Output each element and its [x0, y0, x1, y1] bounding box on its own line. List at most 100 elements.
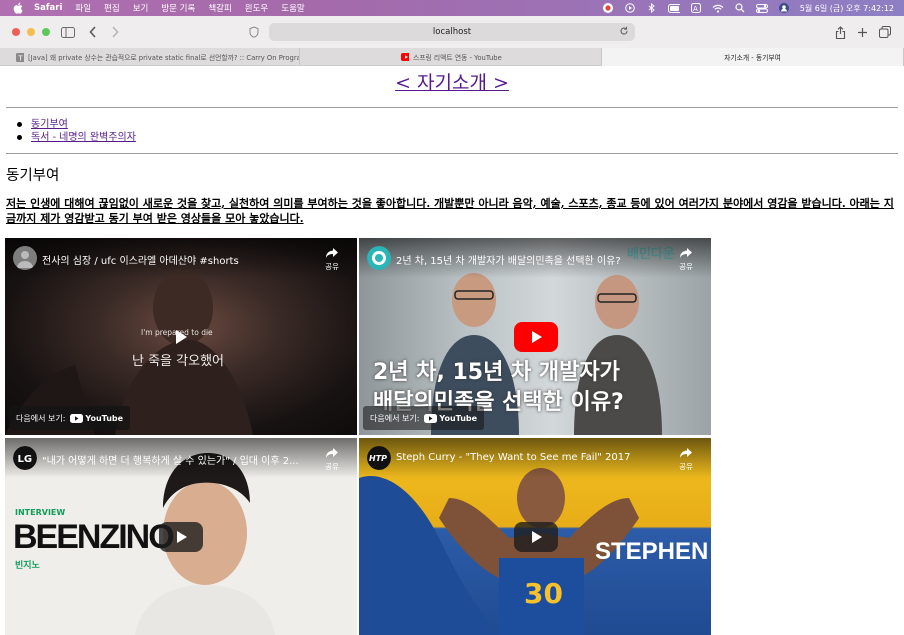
toc-item: 독서 - 네명의 완벽주의자 [17, 131, 136, 144]
toc-item: 동기부여 [17, 118, 136, 131]
play-circle-icon[interactable] [624, 3, 636, 13]
play-button[interactable] [159, 522, 203, 552]
video-title[interactable]: 2년 차, 15년 차 개발자가 배달의민족을 선택한 이유? [396, 252, 658, 267]
menu-history[interactable]: 방문 기록 [161, 2, 195, 14]
youtube-logo-icon: YouTube [70, 413, 123, 423]
svg-text:30: 30 [524, 577, 563, 610]
video-embed-curry[interactable]: 30 HTP Steph Curry - "They Want to See m… [359, 438, 711, 635]
bluetooth-icon[interactable] [646, 3, 658, 13]
menu-bookmarks[interactable]: 책갈피 [208, 2, 231, 14]
share-arrow-icon [680, 248, 692, 258]
toc-link-reading[interactable]: 독서 - 네명의 완벽주의자 [31, 132, 136, 143]
svg-text:A: A [693, 5, 698, 13]
channel-avatar[interactable]: HTP [367, 446, 391, 470]
play-button[interactable] [159, 322, 203, 352]
intro-paragraph: 저는 인생에 대해여 끊임없이 새로운 것을 찾고, 실천하여 의미를 부여하는… [6, 197, 894, 225]
user-avatar-icon[interactable] [778, 3, 790, 13]
section-heading: 동기부여 [6, 168, 60, 184]
tab-label: 스프링 리액트 연동 - YouTube [413, 54, 502, 62]
channel-avatar[interactable] [13, 246, 37, 270]
svg-text:LG: LG [18, 454, 33, 465]
youtube-favicon-icon [401, 53, 409, 61]
video-title[interactable]: Steph Curry - "They Want to See me Fail"… [396, 452, 658, 463]
page-title[interactable]: < 자기소개 > [0, 68, 904, 95]
share-button[interactable]: 공유 [675, 447, 697, 472]
menu-bar: Safari 파일 편집 보기 방문 기록 책갈피 윈도우 도움말 A 5월 6… [0, 0, 904, 16]
thumbnail-headline-1: 2년 차, 15년 차 개발자가 [373, 360, 620, 385]
interview-label: INTERVIEW [15, 508, 66, 517]
battery-icon[interactable] [667, 3, 680, 13]
watch-on-label: 다음에서 보기: [370, 413, 420, 423]
svg-text:T: T [17, 54, 23, 62]
video-embed-baemin[interactable]: 배민다운 2년 차, 15년 차 개발자가 배달의민족을 선택한 이유? 공유 … [359, 238, 711, 435]
watch-on-youtube-button[interactable]: 다음에서 보기: YouTube [363, 406, 485, 430]
video-embed-adesanya[interactable]: 전사의 심장 / ufc 이스라엘 아데산야 #shorts 공유 I'm pr… [5, 238, 357, 435]
url-text[interactable]: localhost [433, 27, 471, 37]
close-window-button[interactable] [12, 28, 20, 36]
share-icon[interactable] [832, 24, 848, 40]
share-arrow-icon [680, 448, 692, 458]
forward-button[interactable] [107, 24, 123, 40]
channel-avatar[interactable] [367, 246, 391, 270]
tab-overview-icon[interactable] [877, 24, 893, 40]
t-favicon-icon: T [16, 52, 24, 62]
table-of-contents: 동기부여 독서 - 네명의 완벽주의자 [17, 118, 136, 144]
window-controls [12, 28, 50, 36]
share-arrow-icon [326, 448, 338, 458]
share-label: 공유 [679, 262, 693, 271]
interviewee-name: BEENZINO [13, 518, 175, 556]
video-embed-beenzino[interactable]: LG "내가 어떻게 하면 더 행복하게 살 수 있는가" / 입대 이후 2.… [5, 438, 357, 635]
share-button[interactable]: 공유 [321, 247, 343, 272]
sidebar-toggle-icon[interactable] [60, 24, 76, 40]
share-label: 공유 [325, 462, 339, 471]
watch-on-label: 다음에서 보기: [16, 413, 66, 423]
control-center-icon[interactable] [755, 3, 768, 13]
menu-view[interactable]: 보기 [133, 2, 149, 14]
share-label: 공유 [679, 462, 693, 471]
menu-help[interactable]: 도움말 [281, 2, 304, 14]
interviewee-name-korean: 빈지노 [15, 561, 40, 571]
menu-file[interactable]: 파일 [75, 2, 91, 14]
address-bar[interactable]: localhost [269, 23, 635, 41]
menu-window[interactable]: 윈도우 [245, 2, 268, 14]
video-title[interactable]: "내가 어떻게 하면 더 행복하게 살 수 있는가" / 입대 이후 2... [42, 452, 304, 467]
wifi-icon[interactable] [712, 3, 724, 13]
tab-youtube[interactable]: 스프링 리액트 연동 - YouTube [300, 48, 602, 66]
zoom-window-button[interactable] [42, 28, 50, 36]
play-button[interactable] [514, 522, 558, 552]
divider [6, 107, 898, 108]
new-tab-button[interactable] [854, 24, 870, 40]
svg-text:HTP: HTP [369, 454, 387, 463]
video-grid: 전사의 심장 / ufc 이스라엘 아데산야 #shorts 공유 I'm pr… [5, 238, 711, 635]
menu-clock[interactable]: 5월 6일 (금) 오후 7:42:12 [800, 3, 894, 14]
menu-edit[interactable]: 편집 [104, 2, 120, 14]
watch-on-youtube-button[interactable]: 다음에서 보기: YouTube [9, 406, 131, 430]
channel-avatar[interactable]: LG [13, 446, 37, 470]
menu-app-name[interactable]: Safari [34, 3, 62, 13]
apple-menu-icon[interactable] [12, 2, 24, 14]
thumbnail-player-name: STEPHEN [595, 538, 709, 565]
tab-label: 자기소개 - 동기부여 [724, 54, 781, 62]
toc-link-motivation[interactable]: 동기부여 [31, 119, 68, 130]
tab-bar: T [Java] 왜 private 상수는 관습적으로 private sta… [0, 48, 904, 66]
keyboard-input-icon[interactable]: A [690, 3, 702, 13]
privacy-shield-icon[interactable] [246, 24, 262, 40]
screen-record-icon[interactable] [602, 3, 614, 13]
subtitle-korean: 난 죽을 각오했어 [132, 354, 224, 369]
reload-icon[interactable] [619, 26, 629, 39]
tab-java-article[interactable]: T [Java] 왜 private 상수는 관습적으로 private sta… [0, 48, 300, 66]
minimize-window-button[interactable] [27, 28, 35, 36]
share-button[interactable]: 공유 [321, 447, 343, 472]
browser-toolbar: localhost [0, 16, 904, 48]
tab-label: [Java] 왜 private 상수는 관습적으로 private stati… [28, 54, 300, 62]
play-button[interactable] [514, 322, 558, 352]
tab-current[interactable]: 자기소개 - 동기부여 [602, 48, 904, 66]
divider [6, 153, 898, 154]
video-title[interactable]: 전사의 심장 / ufc 이스라엘 아데산야 #shorts [42, 252, 304, 267]
youtube-logo-icon: YouTube [424, 413, 477, 423]
search-icon[interactable] [734, 3, 746, 13]
share-label: 공유 [325, 262, 339, 271]
share-arrow-icon [326, 248, 338, 258]
share-button[interactable]: 공유 [675, 247, 697, 272]
back-button[interactable] [85, 24, 101, 40]
